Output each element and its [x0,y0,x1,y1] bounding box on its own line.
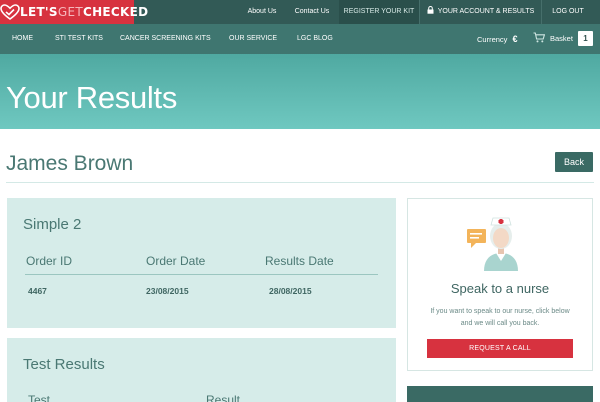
register-kit-link[interactable]: REGISTER YOUR KIT [339,0,419,24]
order-date-value: 23/08/2015 [146,286,189,296]
account-results-label: YOUR ACCOUNT & RESULTS [437,8,535,15]
patient-name: James Brown [6,152,134,175]
side-card-header [407,386,593,402]
back-button[interactable]: Back [555,152,593,172]
nurse-card-title: Speak to a nurse [450,281,550,296]
nav-item-sti-test-kits[interactable]: STI TEST KITS [55,24,103,54]
log-out-link[interactable]: LOG OUT [542,0,594,24]
main-nav: HOME STI TEST KITS CANCER SCREENING KITS… [0,24,600,54]
nav-item-cancer-screening-kits[interactable]: CANCER SCREENING KITS [120,24,211,54]
lock-icon [427,6,434,14]
nurse-icon [467,217,518,271]
heart-check-icon [0,0,20,24]
speech-bubble-icon [467,229,486,248]
top-utility-bar: LET'SGETCHECKED About Us Contact Us REGI… [0,0,600,24]
results-date-value: 28/08/2015 [269,286,312,296]
about-us-link[interactable]: About Us [239,0,285,24]
page-title: Your Results [6,80,178,115]
nurse-card: Speak to a nurse If you want to speak to… [407,198,593,371]
basket-label[interactable]: Basket [550,24,573,54]
order-test-name: Simple 2 [23,216,82,233]
currency-label: Currency [477,35,508,44]
test-results-panel: Test Results Test Result [7,338,396,402]
nurse-card-text: If you want to speak to our nurse, click… [430,308,570,327]
basket-count-badge[interactable]: 1 [578,31,593,46]
basket-icon[interactable] [533,32,545,43]
contact-us-link[interactable]: Contact Us [288,0,336,24]
hero-banner: Your Results [0,54,600,129]
request-call-button[interactable]: REQUEST A CALL [427,339,573,358]
divider [25,274,378,275]
divider [6,182,594,183]
nav-item-home[interactable]: HOME [12,24,33,54]
result-header: Result [206,393,241,402]
test-results-title: Test Results [23,356,105,373]
order-date-header: Order Date [146,254,206,268]
order-id-value: 4467 [28,286,47,296]
order-id-header: Order ID [26,254,73,268]
nav-item-lgc-blog[interactable]: LGC BLOG [297,24,333,54]
brand-logo[interactable]: LET'SGETCHECKED [0,0,148,24]
currency-selector[interactable]: Currency € [477,24,517,54]
currency-symbol: € [512,34,518,44]
brand-name: LET'SGETCHECKED [20,5,149,19]
nav-item-our-service[interactable]: OUR SERVICE [229,24,277,54]
results-date-header: Results Date [265,254,334,268]
order-panel: Simple 2 Order ID Order Date Results Dat… [7,198,396,328]
account-results-link[interactable]: YOUR ACCOUNT & RESULTS [420,0,541,24]
test-header: Test [28,393,51,402]
